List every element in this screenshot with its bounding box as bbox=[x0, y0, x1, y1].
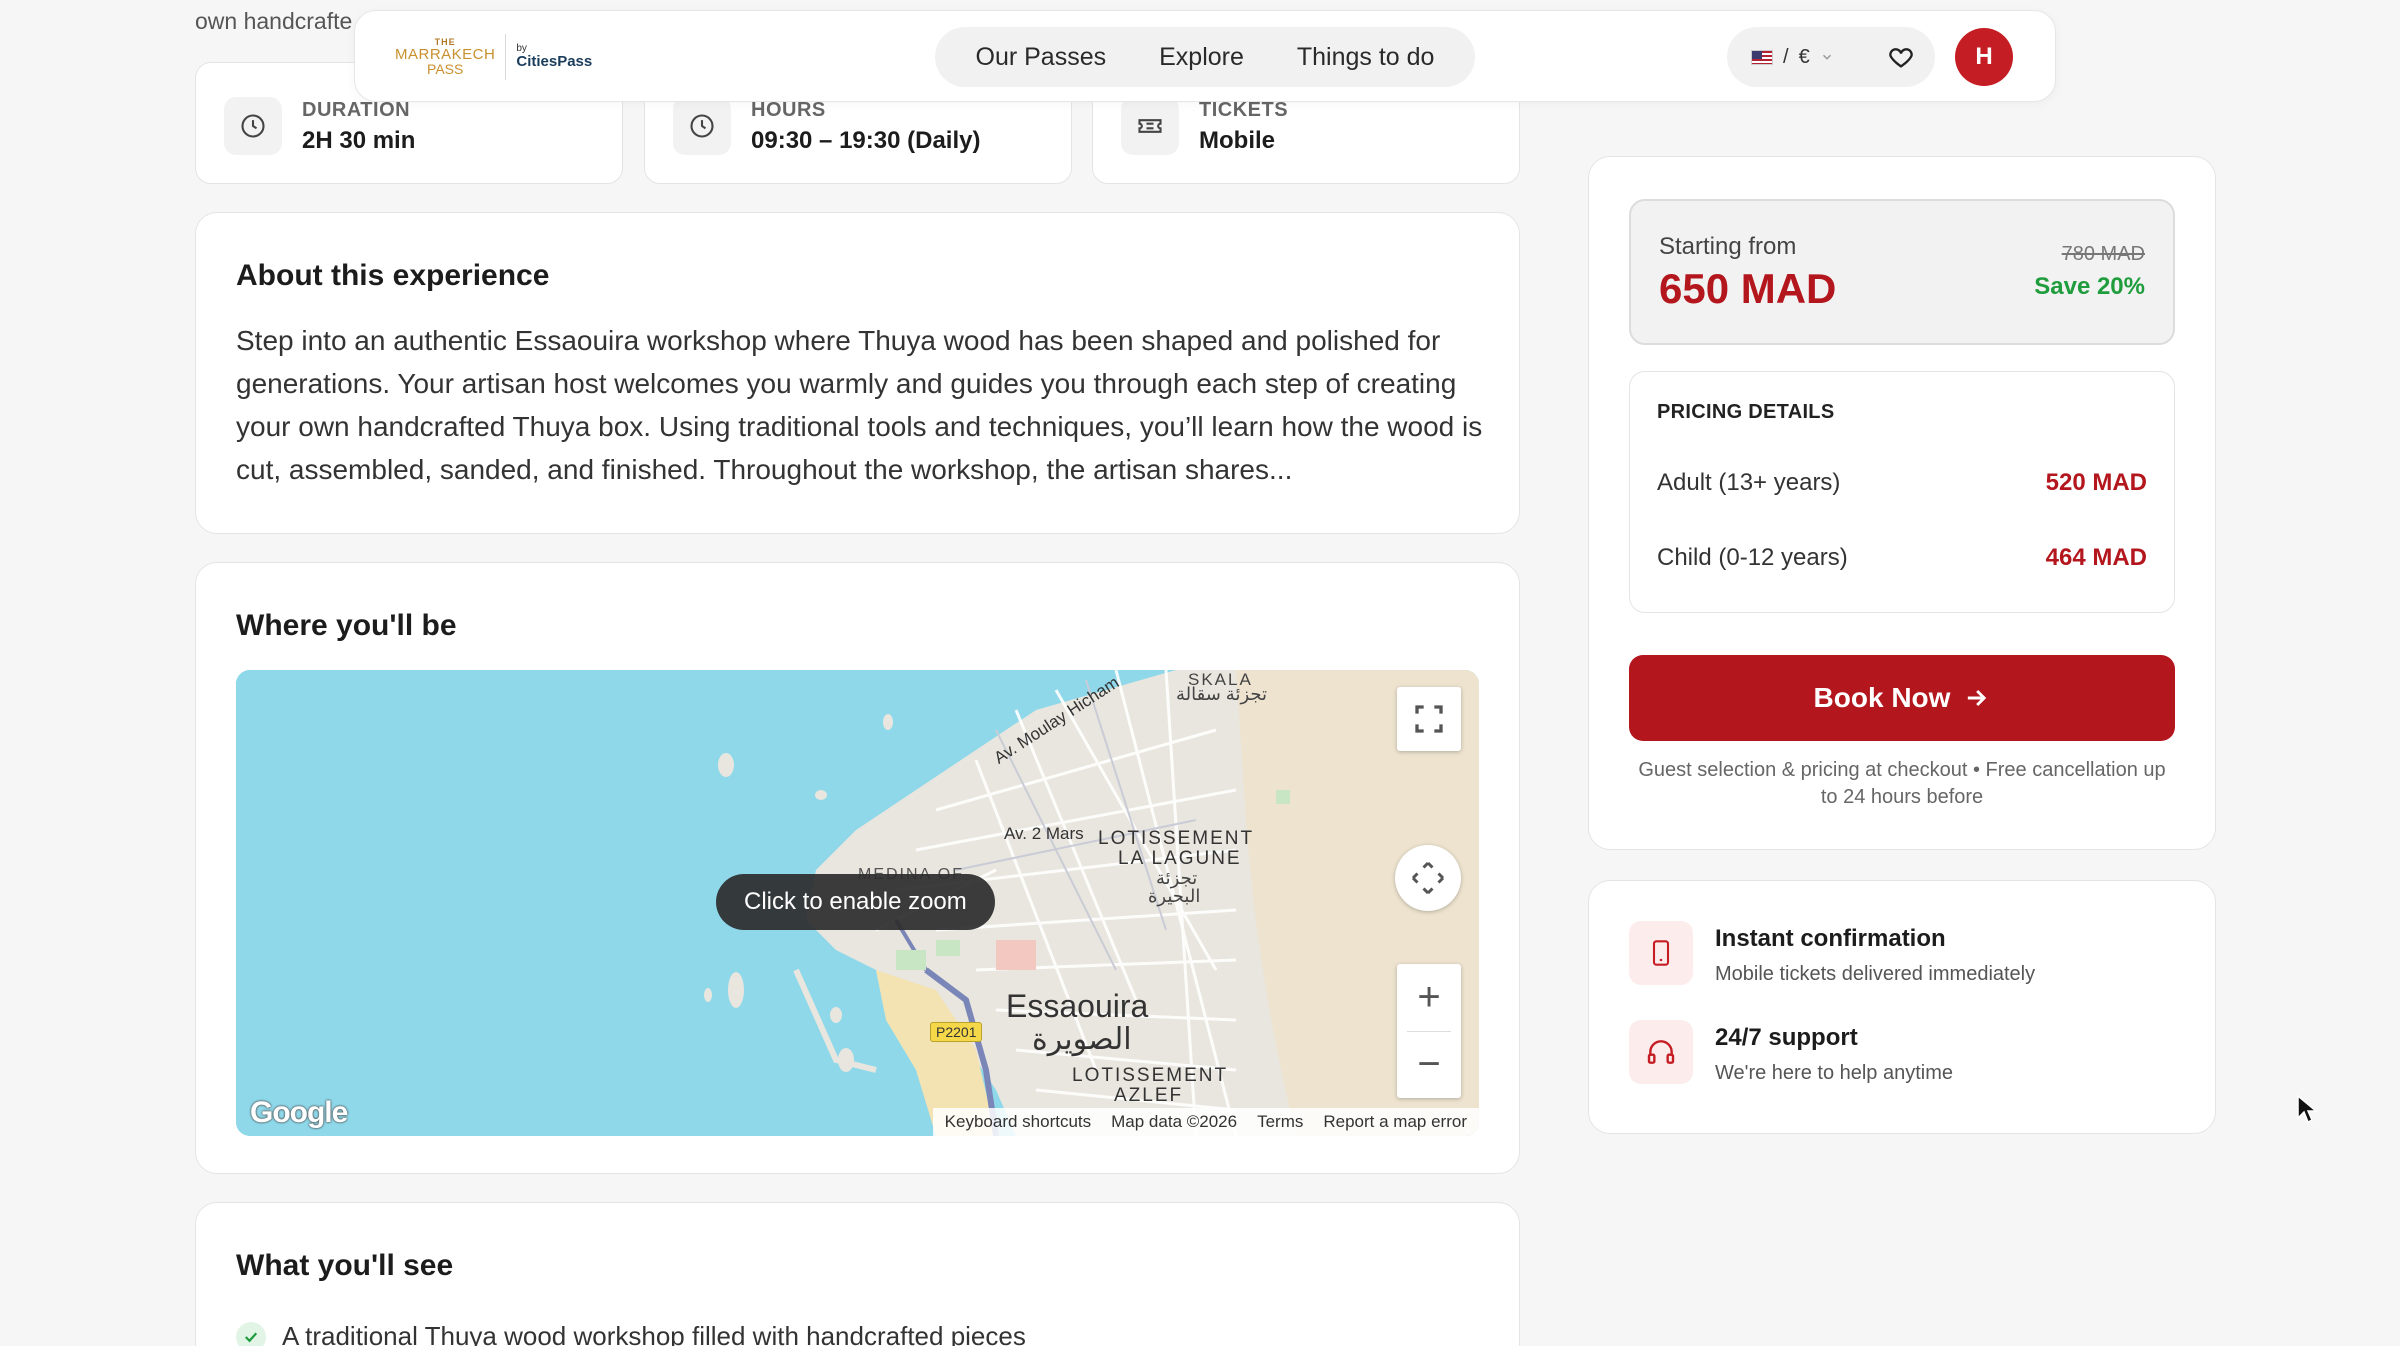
heart-icon bbox=[1889, 48, 1913, 68]
feature-subtitle: Mobile tickets delivered immediately bbox=[1715, 963, 2036, 985]
feature-title: Instant confirmation bbox=[1715, 925, 1946, 952]
ticket-icon bbox=[1121, 97, 1179, 155]
feature-subtitle: We're here to help anytime bbox=[1715, 1062, 1954, 1084]
price-row-child: Child (0-12 years) 464 MAD bbox=[1657, 544, 2147, 572]
map-label: LOTISSEMENT bbox=[1098, 828, 1255, 849]
discount-badge: Save 20% bbox=[2034, 273, 2145, 300]
what-youll-see-card: What you'll see A traditional Thuya wood… bbox=[195, 1202, 1520, 1346]
book-now-label: Book Now bbox=[1813, 682, 1951, 713]
keyboard-shortcuts-link[interactable]: Keyboard shortcuts bbox=[945, 1112, 1091, 1132]
map-fullscreen-button[interactable] bbox=[1397, 687, 1461, 751]
map-zoom-controls: + − bbox=[1397, 964, 1461, 1098]
nav-things-to-do[interactable]: Things to do bbox=[1281, 43, 1451, 72]
pricing-details-title: PRICING DETAILS bbox=[1657, 401, 1835, 423]
starting-from-label: Starting from bbox=[1659, 233, 1797, 260]
map-label: LOTISSEMENT bbox=[1072, 1065, 1229, 1086]
about-text: Step into an authentic Essaouira worksho… bbox=[236, 325, 1483, 485]
price-row-label: Child (0-12 years) bbox=[1657, 544, 1848, 571]
map-label: LA LAGUNE bbox=[1118, 848, 1242, 869]
clock-icon bbox=[224, 97, 282, 155]
fullscreen-icon bbox=[1415, 705, 1443, 733]
booking-note: Guest selection & pricing at checkout • … bbox=[1638, 759, 2166, 808]
price-row-adult: Adult (13+ years) 520 MAD bbox=[1657, 469, 2147, 497]
map-label: البحيرة bbox=[1148, 886, 1201, 906]
us-flag-icon bbox=[1751, 49, 1773, 65]
location-title: Where you'll be bbox=[236, 609, 457, 642]
click-to-zoom-tooltip[interactable]: Click to enable zoom bbox=[716, 874, 995, 930]
price-row-value: 520 MAD bbox=[2045, 469, 2147, 496]
see-title: What you'll see bbox=[236, 1249, 454, 1282]
logo-brand: CitiesPass bbox=[516, 53, 593, 71]
feature-support: 24/7 support We're here to help anytime bbox=[1629, 1020, 1953, 1085]
nav-our-passes[interactable]: Our Passes bbox=[960, 43, 1123, 72]
zoom-in-button[interactable]: + bbox=[1397, 964, 1461, 1031]
see-item-text: A traditional Thuya wood workshop filled… bbox=[282, 1321, 1026, 1346]
original-price: 780 MAD bbox=[2061, 243, 2145, 265]
user-avatar[interactable]: H bbox=[1955, 28, 2013, 86]
locale-separator: / bbox=[1783, 45, 1789, 68]
features-card: Instant confirmation Mobile tickets deli… bbox=[1588, 880, 2216, 1134]
map-city-label-arabic: الصويرة bbox=[1032, 1023, 1132, 1056]
info-label: HOURS bbox=[751, 99, 826, 121]
info-value: 09:30 – 19:30 (Daily) bbox=[751, 127, 981, 154]
location-card: Where you'll be SKALA تجزئة سقالة Av. Mo… bbox=[195, 562, 1520, 1174]
nav-explore[interactable]: Explore bbox=[1143, 43, 1260, 72]
logo-pass: PASS bbox=[427, 61, 464, 77]
mouse-cursor-icon bbox=[2296, 1094, 2320, 1131]
info-label: TICKETS bbox=[1199, 99, 1289, 121]
top-navbar: THE MARRAKECH PASS by CitiesPass Our Pas… bbox=[354, 10, 2056, 102]
phone-icon bbox=[1629, 921, 1693, 985]
price-summary: Starting from 650 MAD 780 MAD Save 20% bbox=[1629, 199, 2175, 345]
about-card: About this experience Step into an authe… bbox=[195, 212, 1520, 534]
road-badge: P2201 bbox=[930, 1022, 983, 1042]
zoom-out-button[interactable]: − bbox=[1397, 1032, 1461, 1099]
feature-title: 24/7 support bbox=[1715, 1024, 1858, 1051]
terms-link[interactable]: Terms bbox=[1257, 1112, 1303, 1132]
google-logo: Google bbox=[250, 1096, 348, 1129]
map-label: تجزئة سقالة bbox=[1176, 684, 1268, 704]
map-city-label: Essaouira bbox=[1006, 988, 1149, 1024]
map-label: Av. 2 Mars bbox=[1004, 824, 1084, 843]
clock-icon bbox=[673, 97, 731, 155]
chevron-down-icon bbox=[1822, 54, 1831, 60]
book-now-button[interactable]: Book Now bbox=[1629, 655, 2175, 741]
scrolled-text-fragment: own handcrafte bbox=[195, 8, 353, 34]
headphones-icon bbox=[1629, 1020, 1693, 1084]
info-value: 2H 30 min bbox=[302, 127, 416, 154]
map-view[interactable]: SKALA تجزئة سقالة Av. Moulay Hicham Av. … bbox=[236, 670, 1479, 1136]
starting-price: 650 MAD bbox=[1659, 265, 1837, 312]
currency-symbol: € bbox=[1798, 45, 1810, 68]
map-label: AZLEF bbox=[1114, 1085, 1184, 1106]
check-icon bbox=[236, 1321, 266, 1346]
main-nav: Our Passes Explore Things to do bbox=[935, 27, 1475, 87]
pan-arrows-icon bbox=[1411, 861, 1445, 895]
site-logo[interactable]: THE MARRAKECH PASS by CitiesPass bbox=[395, 33, 592, 81]
info-value: Mobile bbox=[1199, 127, 1275, 154]
info-label: DURATION bbox=[302, 99, 411, 121]
map-pan-control[interactable] bbox=[1395, 845, 1461, 911]
about-title: About this experience bbox=[236, 259, 550, 292]
map-attribution: Keyboard shortcuts Map data ©2026 Terms … bbox=[932, 1108, 1479, 1136]
map-data-text: Map data ©2026 bbox=[1111, 1112, 1238, 1131]
price-row-label: Adult (13+ years) bbox=[1657, 469, 1841, 496]
arrow-right-icon bbox=[1968, 689, 1987, 707]
feature-instant-confirmation: Instant confirmation Mobile tickets deli… bbox=[1629, 921, 2035, 986]
favorites-button[interactable] bbox=[1871, 27, 1931, 87]
report-map-error-link[interactable]: Report a map error bbox=[1323, 1112, 1467, 1132]
pricing-card: Starting from 650 MAD 780 MAD Save 20% P… bbox=[1588, 156, 2216, 850]
list-item: A traditional Thuya wood workshop filled… bbox=[236, 1321, 1026, 1346]
price-row-value: 464 MAD bbox=[2045, 544, 2147, 571]
logo-name: MARRAKECH bbox=[395, 46, 496, 63]
